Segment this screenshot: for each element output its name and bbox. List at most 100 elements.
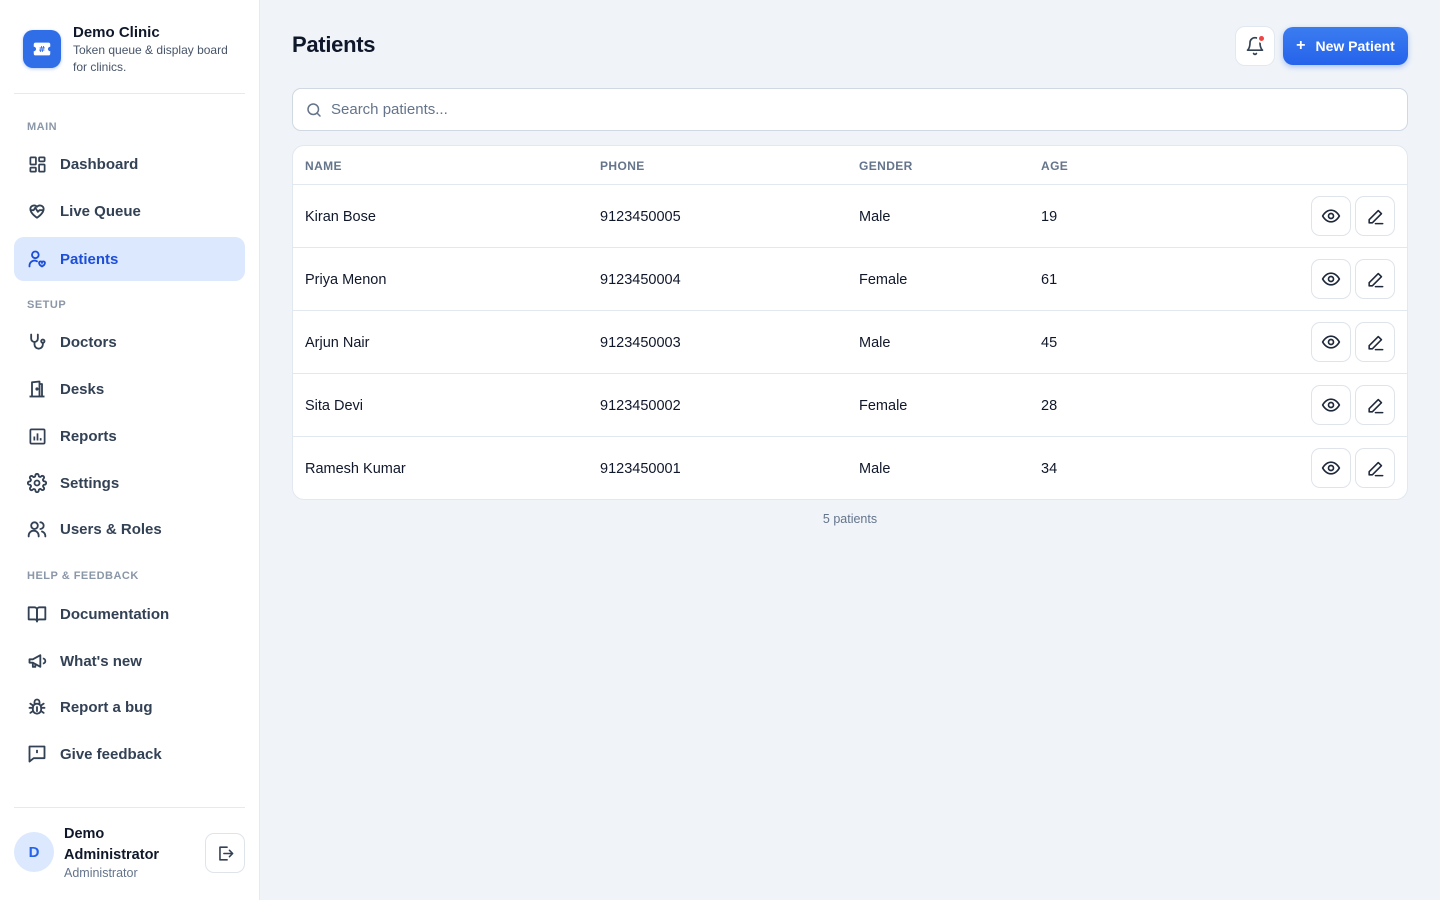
cell-name: Kiran Bose [305,209,376,225]
heart-pulse-icon [27,201,47,221]
view-button[interactable] [1311,196,1351,236]
sidebar-item-desks[interactable]: Desks [14,367,245,411]
table-row[interactable]: Ramesh Kumar 9123450001 Male 34 [293,437,1407,499]
eye-icon [1321,332,1341,352]
eye-icon [1321,206,1341,226]
sidebar: # Demo Clinic Token queue & display boar… [0,0,260,900]
sidebar-item-label: Documentation [60,605,170,623]
edit-icon [1366,396,1385,415]
cell-age: 61 [1041,272,1058,288]
search-icon [305,101,323,119]
avatar: D [14,832,54,872]
sidebar-item-label: Users & Roles [60,520,162,538]
table-row[interactable]: Sita Devi 9123450002 Female 28 [293,374,1407,437]
book-icon [27,604,47,624]
cell-phone: 9123450002 [600,398,681,414]
cell-age: 34 [1041,461,1058,477]
sidebar-item-reports[interactable]: Reports [14,414,245,458]
brand-tagline: Token queue & display board for clinics. [73,43,228,74]
section-label-help: HELP & FEEDBACK [27,570,139,582]
cell-phone: 9123450004 [600,272,681,288]
sidebar-item-label: Patients [60,250,119,268]
edit-icon [1366,459,1385,478]
column-header-name[interactable]: NAME [305,159,342,173]
eye-icon [1321,269,1341,289]
sidebar-item-label: What's new [60,652,142,670]
cell-gender: Female [859,272,908,288]
sidebar-item-whats-new[interactable]: What's new [14,639,245,683]
section-label-main: MAIN [27,121,58,133]
cell-gender: Male [859,209,891,225]
dashboard-icon [27,154,47,174]
eye-icon [1321,458,1341,478]
edit-button[interactable] [1355,259,1395,299]
sidebar-item-label: Reports [60,427,117,445]
gear-icon [27,473,47,493]
page-title: Patients [292,32,376,57]
bar-chart-icon [27,426,47,446]
table-row[interactable]: Priya Menon 9123450004 Female 61 [293,248,1407,311]
sidebar-item-doctors[interactable]: Doctors [14,320,245,364]
notifications-button[interactable] [1235,26,1275,66]
sidebar-item-give-feedback[interactable]: Give feedback [14,732,245,776]
table-row[interactable]: Arjun Nair 9123450003 Male 45 [293,311,1407,374]
cell-name: Sita Devi [305,398,364,414]
edit-button[interactable] [1355,322,1395,362]
view-button[interactable] [1311,259,1351,299]
sidebar-item-label: Report a bug [60,698,153,716]
cell-age: 28 [1041,398,1058,414]
view-button[interactable] [1311,322,1351,362]
user-heart-icon [27,249,47,269]
logout-button[interactable] [205,833,245,873]
edit-icon [1366,333,1385,352]
message-alert-icon [27,744,47,764]
edit-button[interactable] [1355,385,1395,425]
user-profile: D Demo Administrator Administrator [14,807,245,900]
edit-button[interactable] [1355,196,1395,236]
sidebar-item-dashboard[interactable]: Dashboard [14,142,245,186]
table-header: NAME PHONE GENDER AGE [293,146,1407,185]
sidebar-item-live-queue[interactable]: Live Queue [14,189,245,233]
users-icon [27,519,47,539]
cell-name: Ramesh Kumar [305,461,406,477]
view-button[interactable] [1311,385,1351,425]
new-patient-button[interactable]: + New Patient [1283,27,1408,65]
cell-name: Priya Menon [305,272,387,288]
cell-gender: Female [859,398,908,414]
cell-age: 19 [1041,209,1058,225]
edit-icon [1366,207,1385,226]
edit-button[interactable] [1355,448,1395,488]
sidebar-item-report-bug[interactable]: Report a bug [14,685,245,729]
cell-name: Arjun Nair [305,335,370,351]
sidebar-item-label: Live Queue [60,202,141,220]
patient-count: 5 patients [822,512,878,526]
column-header-gender[interactable]: GENDER [859,159,913,173]
megaphone-icon [27,651,47,671]
cell-age: 45 [1041,335,1058,351]
sidebar-item-label: Give feedback [60,745,162,763]
sidebar-item-users-roles[interactable]: Users & Roles [14,507,245,551]
section-label-setup: SETUP [27,299,67,311]
sidebar-item-documentation[interactable]: Documentation [14,592,245,636]
cell-gender: Male [859,461,891,477]
sidebar-item-label: Desks [60,380,105,398]
view-button[interactable] [1311,448,1351,488]
cell-phone: 9123450005 [600,209,681,225]
column-header-age[interactable]: AGE [1041,159,1068,173]
search-bar [292,88,1408,131]
stethoscope-icon [27,332,47,352]
brand-name: Demo Clinic [73,24,160,41]
brand-header: # Demo Clinic Token queue & display boar… [14,14,245,94]
eye-icon [1321,395,1341,415]
sidebar-item-settings[interactable]: Settings [14,461,245,505]
door-icon [27,379,47,399]
column-header-phone[interactable]: PHONE [600,159,645,173]
plus-icon: + [1296,37,1306,54]
table-row[interactable]: Kiran Bose 9123450005 Male 19 [293,185,1407,248]
search-input[interactable] [331,101,1381,118]
logout-icon [216,844,235,863]
sidebar-item-label: Doctors [60,333,117,351]
sidebar-item-patients[interactable]: Patients [14,237,245,281]
user-role: Administrator [64,866,138,880]
svg-text:#: # [39,44,46,54]
